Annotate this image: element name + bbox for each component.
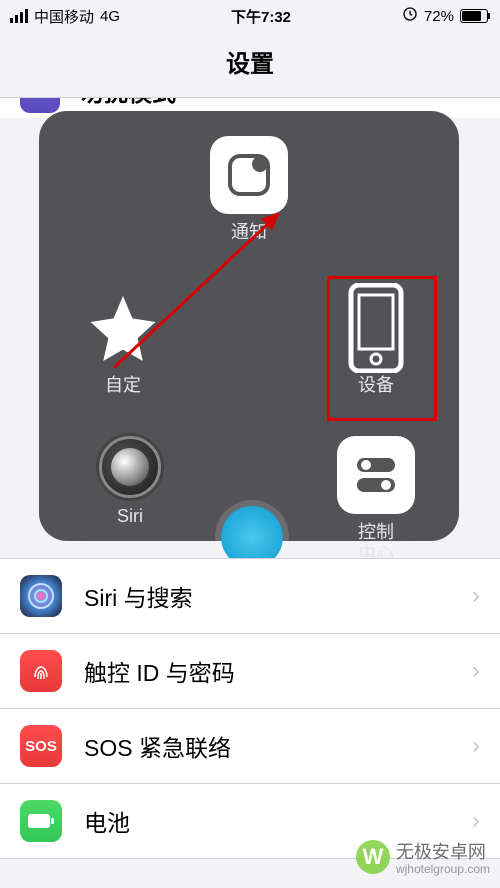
at-custom-label: 自定 <box>105 375 141 397</box>
battery-pct: 72% <box>424 8 454 25</box>
rotation-lock-icon <box>402 6 418 26</box>
network-label: 4G <box>100 8 120 25</box>
control-center-icon <box>337 436 415 514</box>
status-right: 72% <box>402 6 490 26</box>
at-control-center[interactable]: 控制 中心 <box>337 436 415 565</box>
carrier-label: 中国移动 <box>34 6 94 27</box>
settings-row-touchid[interactable]: 触控 ID 与密码 › <box>0 634 500 709</box>
at-notification[interactable]: 通知 <box>210 136 288 244</box>
row-sos-label: SOS 紧急联络 <box>84 729 472 763</box>
at-custom[interactable]: 自定 <box>84 289 162 397</box>
watermark-logo-icon: W <box>356 840 390 874</box>
chevron-right-icon: › <box>472 807 480 835</box>
battery-icon <box>460 9 490 23</box>
settings-list: Siri 与搜索 › 触控 ID 与密码 › SOS SOS 紧急联络 › 电池… <box>0 558 500 859</box>
status-bar: 中国移动 4G 下午7:32 72% <box>0 0 500 32</box>
touchid-icon <box>20 650 62 692</box>
status-time: 下午7:32 <box>231 6 291 27</box>
siri-icon <box>99 436 161 498</box>
row-siri-label: Siri 与搜索 <box>84 579 472 613</box>
chevron-right-icon: › <box>472 582 480 610</box>
sos-icon: SOS <box>20 725 62 767</box>
notification-icon <box>210 136 288 214</box>
chevron-right-icon: › <box>472 732 480 760</box>
page-title: 设置 <box>0 32 500 97</box>
assistive-touch-menu: 通知 自定 设备 Siri 主屏幕 控制 中心 <box>39 111 459 541</box>
row-touchid-label: 触控 ID 与密码 <box>84 654 472 688</box>
siri-app-icon <box>20 575 62 617</box>
watermark-name: 无极安卓网 <box>396 842 486 862</box>
status-left: 中国移动 4G <box>10 6 120 27</box>
battery-row-icon <box>20 800 62 842</box>
settings-row-siri[interactable]: Siri 与搜索 › <box>0 558 500 634</box>
at-siri-label: Siri <box>117 506 143 528</box>
watermark-url: wjhotelgroup.com <box>396 862 490 876</box>
dnd-label: 勿扰模式 <box>80 97 176 108</box>
watermark: W 无极安卓网 wjhotelgroup.com <box>356 838 490 876</box>
annotation-highlight <box>327 276 437 421</box>
signal-icon <box>10 9 28 23</box>
row-battery-label: 电池 <box>84 804 472 838</box>
chevron-right-icon: › <box>472 657 480 685</box>
settings-row-sos[interactable]: SOS SOS 紧急联络 › <box>0 709 500 784</box>
at-siri[interactable]: Siri <box>99 436 161 528</box>
